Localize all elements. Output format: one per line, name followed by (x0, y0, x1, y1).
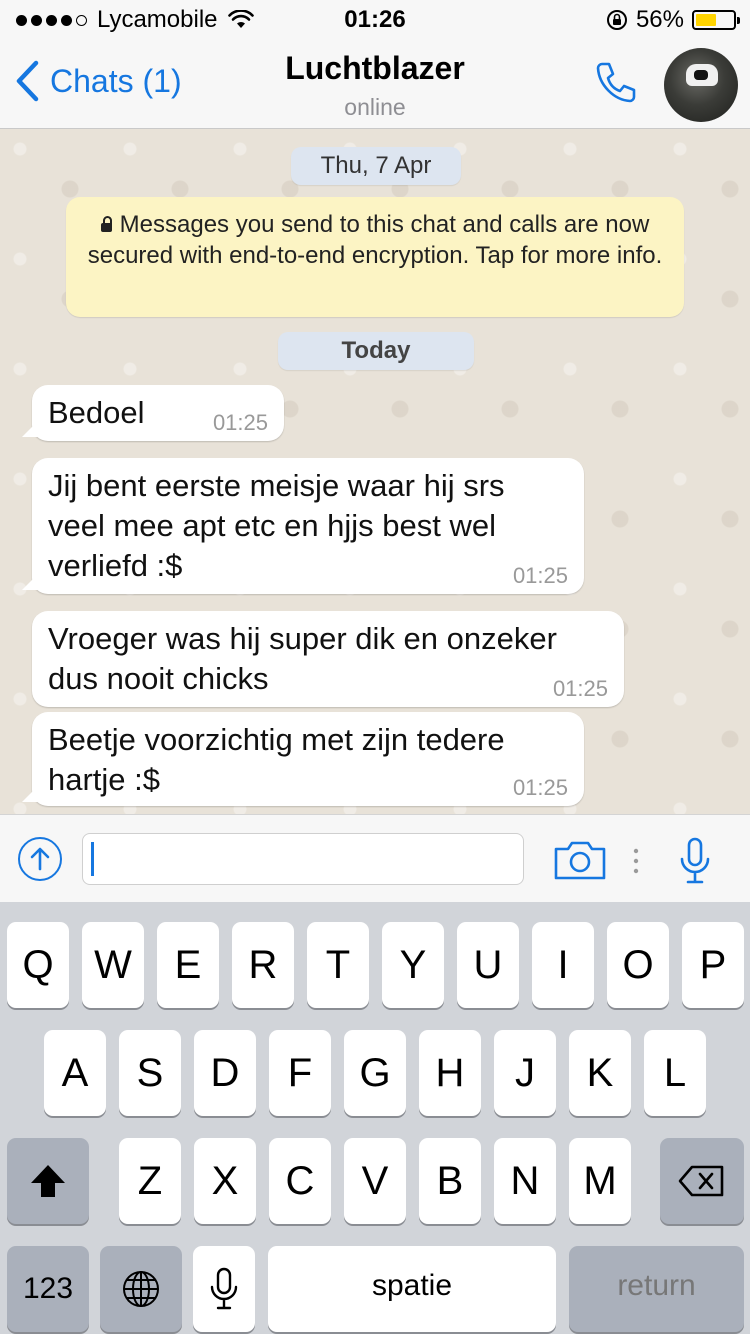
message-time: 01:25 (552, 676, 608, 701)
message-bubble[interactable]: Vroeger was hij super dik en onzeker dus… (32, 611, 624, 707)
key-d[interactable]: D (194, 1030, 256, 1116)
backspace-icon (678, 1165, 724, 1197)
key-h[interactable]: H (419, 1030, 481, 1116)
upload-arrow-icon[interactable] (18, 837, 62, 881)
key-s[interactable]: S (119, 1030, 181, 1116)
key-k[interactable]: K (569, 1030, 631, 1116)
message-text: Vroeger was hij super dik en onzeker dus… (48, 621, 557, 696)
key-f[interactable]: F (269, 1030, 331, 1116)
keyboard: Q W E R T Y U I O P A S D F G H J K L Z … (0, 902, 750, 1334)
key-g[interactable]: G (344, 1030, 406, 1116)
key-o[interactable]: O (607, 922, 669, 1008)
key-y[interactable]: Y (382, 922, 444, 1008)
message-input-bar (0, 814, 750, 903)
key-c[interactable]: C (269, 1138, 331, 1224)
message-text: Beetje voorzichtig met zijn tedere hartj… (48, 722, 505, 797)
encryption-notice-text: Messages you send to this chat and calls… (87, 211, 663, 269)
message-bubble[interactable]: Bedoel 01:25 (22, 385, 284, 441)
microphone-icon[interactable] (678, 837, 712, 885)
key-u[interactable]: U (457, 922, 519, 1008)
key-z[interactable]: Z (119, 1138, 181, 1224)
shift-icon (31, 1165, 65, 1197)
key-x[interactable]: X (194, 1138, 256, 1224)
message-time: 01:25 (512, 775, 568, 800)
battery-level-fill (696, 14, 716, 26)
key-j[interactable]: J (494, 1030, 556, 1116)
phone-icon[interactable] (592, 58, 640, 106)
status-bar: Lycamobile 01:26 56% (0, 0, 750, 40)
lock-icon (100, 216, 112, 232)
more-dots-icon[interactable] (632, 847, 640, 875)
message-text: Jij bent eerste meisje waar hij srs veel… (48, 468, 505, 583)
camera-icon[interactable] (553, 839, 607, 881)
key-n[interactable]: N (494, 1138, 556, 1224)
message-bubble[interactable]: Jij bent eerste meisje waar hij srs veel… (22, 458, 584, 594)
numbers-key[interactable]: 123 (7, 1246, 89, 1332)
key-r[interactable]: R (232, 922, 294, 1008)
today-pill: Today (278, 332, 474, 370)
key-a[interactable]: A (44, 1030, 106, 1116)
key-m[interactable]: M (569, 1138, 631, 1224)
message-time: 01:25 (512, 563, 568, 588)
key-i[interactable]: I (532, 922, 594, 1008)
return-key[interactable]: return (569, 1246, 744, 1332)
message-time: 01:25 (212, 410, 268, 435)
rotation-lock-icon (606, 10, 627, 30)
key-p[interactable]: P (682, 922, 744, 1008)
key-w[interactable]: W (82, 922, 144, 1008)
key-b[interactable]: B (419, 1138, 481, 1224)
space-key[interactable]: spatie (268, 1246, 556, 1332)
contact-avatar[interactable] (664, 48, 738, 122)
battery-percentage: 56% (635, 6, 684, 33)
text-caret (91, 842, 94, 876)
key-l[interactable]: L (644, 1030, 706, 1116)
date-pill: Thu, 7 Apr (291, 147, 461, 185)
encryption-notice[interactable]: Messages you send to this chat and calls… (66, 197, 684, 317)
dictation-mic-icon (210, 1267, 238, 1310)
key-t[interactable]: T (307, 922, 369, 1008)
backspace-key[interactable] (660, 1138, 744, 1224)
globe-icon (123, 1271, 159, 1307)
key-e[interactable]: E (157, 922, 219, 1008)
key-q[interactable]: Q (7, 922, 69, 1008)
message-bubble[interactable]: Beetje voorzichtig met zijn tedere hartj… (22, 712, 584, 806)
message-text: Bedoel (48, 395, 145, 430)
battery-icon (692, 10, 740, 30)
dictation-key[interactable] (193, 1246, 255, 1332)
globe-key[interactable] (100, 1246, 182, 1332)
status-right: 56% (606, 6, 740, 34)
shift-key[interactable] (7, 1138, 89, 1224)
message-input[interactable] (82, 833, 524, 885)
chat-area[interactable]: Thu, 7 Apr Messages you send to this cha… (0, 129, 750, 814)
key-v[interactable]: V (344, 1138, 406, 1224)
chat-header: Chats (1) Luchtblazer online (0, 40, 750, 129)
